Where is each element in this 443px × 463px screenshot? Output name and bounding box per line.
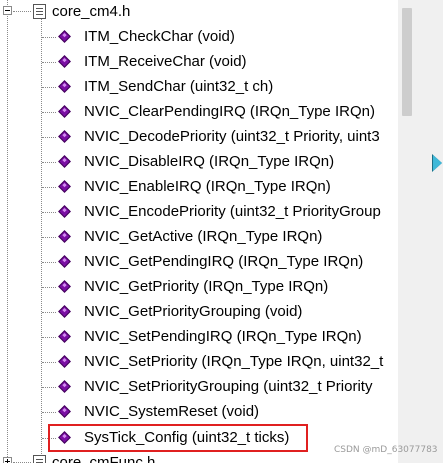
tree-item-itm-sendchar[interactable]: ITM_SendChar (uint32_t ch) — [0, 75, 398, 99]
tree-item-label: NVIC_EncodePriority (uint32_t PriorityGr… — [84, 203, 381, 220]
tree-item-label: NVIC_SetPriority (IRQn_Type IRQn, uint32… — [84, 353, 384, 370]
function-icon — [58, 255, 71, 268]
tree-branch-line — [42, 287, 56, 288]
function-icon — [58, 55, 71, 68]
function-icon — [58, 305, 71, 318]
watermark-text: CSDN @mD_63077783 — [334, 445, 438, 455]
tree-item-label: ITM_ReceiveChar (void) — [84, 53, 247, 70]
tree-item-nvic-setpriority[interactable]: NVIC_SetPriority (IRQn_Type IRQn, uint32… — [0, 350, 398, 374]
tree-node-label: core_cm4.h — [52, 3, 131, 20]
tree-branch-line — [42, 337, 56, 338]
tree-item-itm-receivechar[interactable]: ITM_ReceiveChar (void) — [0, 50, 398, 74]
tree-branch-line — [42, 162, 56, 163]
tree-branch-line — [42, 37, 56, 38]
tree-item-label: NVIC_GetPriority (IRQn_Type IRQn) — [84, 278, 329, 295]
tree-branch-line — [42, 137, 56, 138]
collapse-toggle-icon[interactable] — [3, 6, 12, 15]
vertical-scrollbar[interactable] — [398, 0, 416, 463]
function-icon — [58, 80, 71, 93]
tree-item-label: NVIC_DisableIRQ (IRQn_Type IRQn) — [84, 153, 335, 170]
tree-item-nvic-disableirq[interactable]: NVIC_DisableIRQ (IRQn_Type IRQn) — [0, 150, 398, 174]
panel-gutter — [416, 0, 443, 463]
tree-branch-line — [42, 312, 56, 313]
function-icon — [58, 431, 71, 444]
tree-item-nvic-decodepriority[interactable]: NVIC_DecodePriority (uint32_t Priority, … — [0, 125, 398, 149]
function-icon — [58, 155, 71, 168]
tree-branch-line — [42, 62, 56, 63]
function-icon — [58, 30, 71, 43]
function-icon — [58, 205, 71, 218]
tree-item-label: ITM_SendChar (uint32_t ch) — [84, 78, 274, 95]
expand-panel-arrow-icon[interactable] — [433, 155, 442, 171]
tree-branch-line — [42, 362, 56, 363]
tree-branch-line — [42, 438, 56, 439]
symbol-tree: core_cm4.h ITM_CheckChar (void) ITM_Rece… — [0, 0, 398, 463]
function-icon — [58, 105, 71, 118]
function-icon — [58, 330, 71, 343]
function-icon — [58, 130, 71, 143]
tree-item-nvic-clearpendingirq[interactable]: NVIC_ClearPendingIRQ (IRQn_Type IRQn) — [0, 100, 398, 124]
tree-item-label: NVIC_SetPendingIRQ (IRQn_Type IRQn) — [84, 328, 362, 345]
tree-item-label: NVIC_GetActive (IRQn_Type IRQn) — [84, 228, 323, 245]
tree-item-label: NVIC_ClearPendingIRQ (IRQn_Type IRQn) — [84, 103, 375, 120]
tree-branch-line — [42, 112, 56, 113]
tree-item-label: SysTick_Config (uint32_t ticks) — [84, 429, 290, 446]
tree-node-label: core_cmFunc.h — [52, 454, 156, 463]
tree-item-nvic-setpendingirq[interactable]: NVIC_SetPendingIRQ (IRQn_Type IRQn) — [0, 325, 398, 349]
tree-branch-line — [42, 212, 56, 213]
tree-item-itm-checkchar[interactable]: ITM_CheckChar (void) — [0, 25, 398, 49]
header-file-icon — [33, 455, 46, 463]
tree-item-label: NVIC_GetPriorityGrouping (void) — [84, 303, 303, 320]
function-icon — [58, 230, 71, 243]
tree-branch-line — [42, 412, 56, 413]
tree-item-label: NVIC_SystemReset (void) — [84, 403, 260, 420]
tree-branch-line — [42, 187, 56, 188]
function-icon — [58, 280, 71, 293]
tree-item-nvic-getprioritygrouping[interactable]: NVIC_GetPriorityGrouping (void) — [0, 300, 398, 324]
tree-item-label: NVIC_DecodePriority (uint32_t Priority, … — [84, 128, 380, 145]
tree-item-nvic-setprioritygrouping[interactable]: NVIC_SetPriorityGrouping (uint32_t Prior… — [0, 375, 398, 399]
function-icon — [58, 380, 71, 393]
tree-branch-line — [13, 11, 31, 12]
tree-item-nvic-systemreset[interactable]: NVIC_SystemReset (void) — [0, 400, 398, 424]
tree-item-nvic-getpendingirq[interactable]: NVIC_GetPendingIRQ (IRQn_Type IRQn) — [0, 250, 398, 274]
tree-item-nvic-encodepriority[interactable]: NVIC_EncodePriority (uint32_t PriorityGr… — [0, 200, 398, 224]
expand-toggle-icon[interactable] — [3, 457, 12, 463]
tree-item-label: NVIC_EnableIRQ (IRQn_Type IRQn) — [84, 178, 331, 195]
tree-item-label: NVIC_SetPriorityGrouping (uint32_t Prior… — [84, 378, 373, 395]
tree-node-core-cm4[interactable]: core_cm4.h — [0, 0, 398, 24]
tree-item-label: ITM_CheckChar (void) — [84, 28, 235, 45]
tree-item-nvic-getpriority[interactable]: NVIC_GetPriority (IRQn_Type IRQn) — [0, 275, 398, 299]
function-icon — [58, 355, 71, 368]
tree-branch-line — [42, 237, 56, 238]
scrollbar-thumb[interactable] — [402, 8, 412, 116]
tree-branch-line — [42, 87, 56, 88]
header-file-icon — [33, 4, 46, 19]
tree-branch-line — [42, 262, 56, 263]
tree-item-nvic-enableirq[interactable]: NVIC_EnableIRQ (IRQn_Type IRQn) — [0, 175, 398, 199]
function-icon — [58, 180, 71, 193]
tree-item-nvic-getactive[interactable]: NVIC_GetActive (IRQn_Type IRQn) — [0, 225, 398, 249]
tree-branch-line — [42, 387, 56, 388]
function-icon — [58, 405, 71, 418]
tree-item-label: NVIC_GetPendingIRQ (IRQn_Type IRQn) — [84, 253, 364, 270]
